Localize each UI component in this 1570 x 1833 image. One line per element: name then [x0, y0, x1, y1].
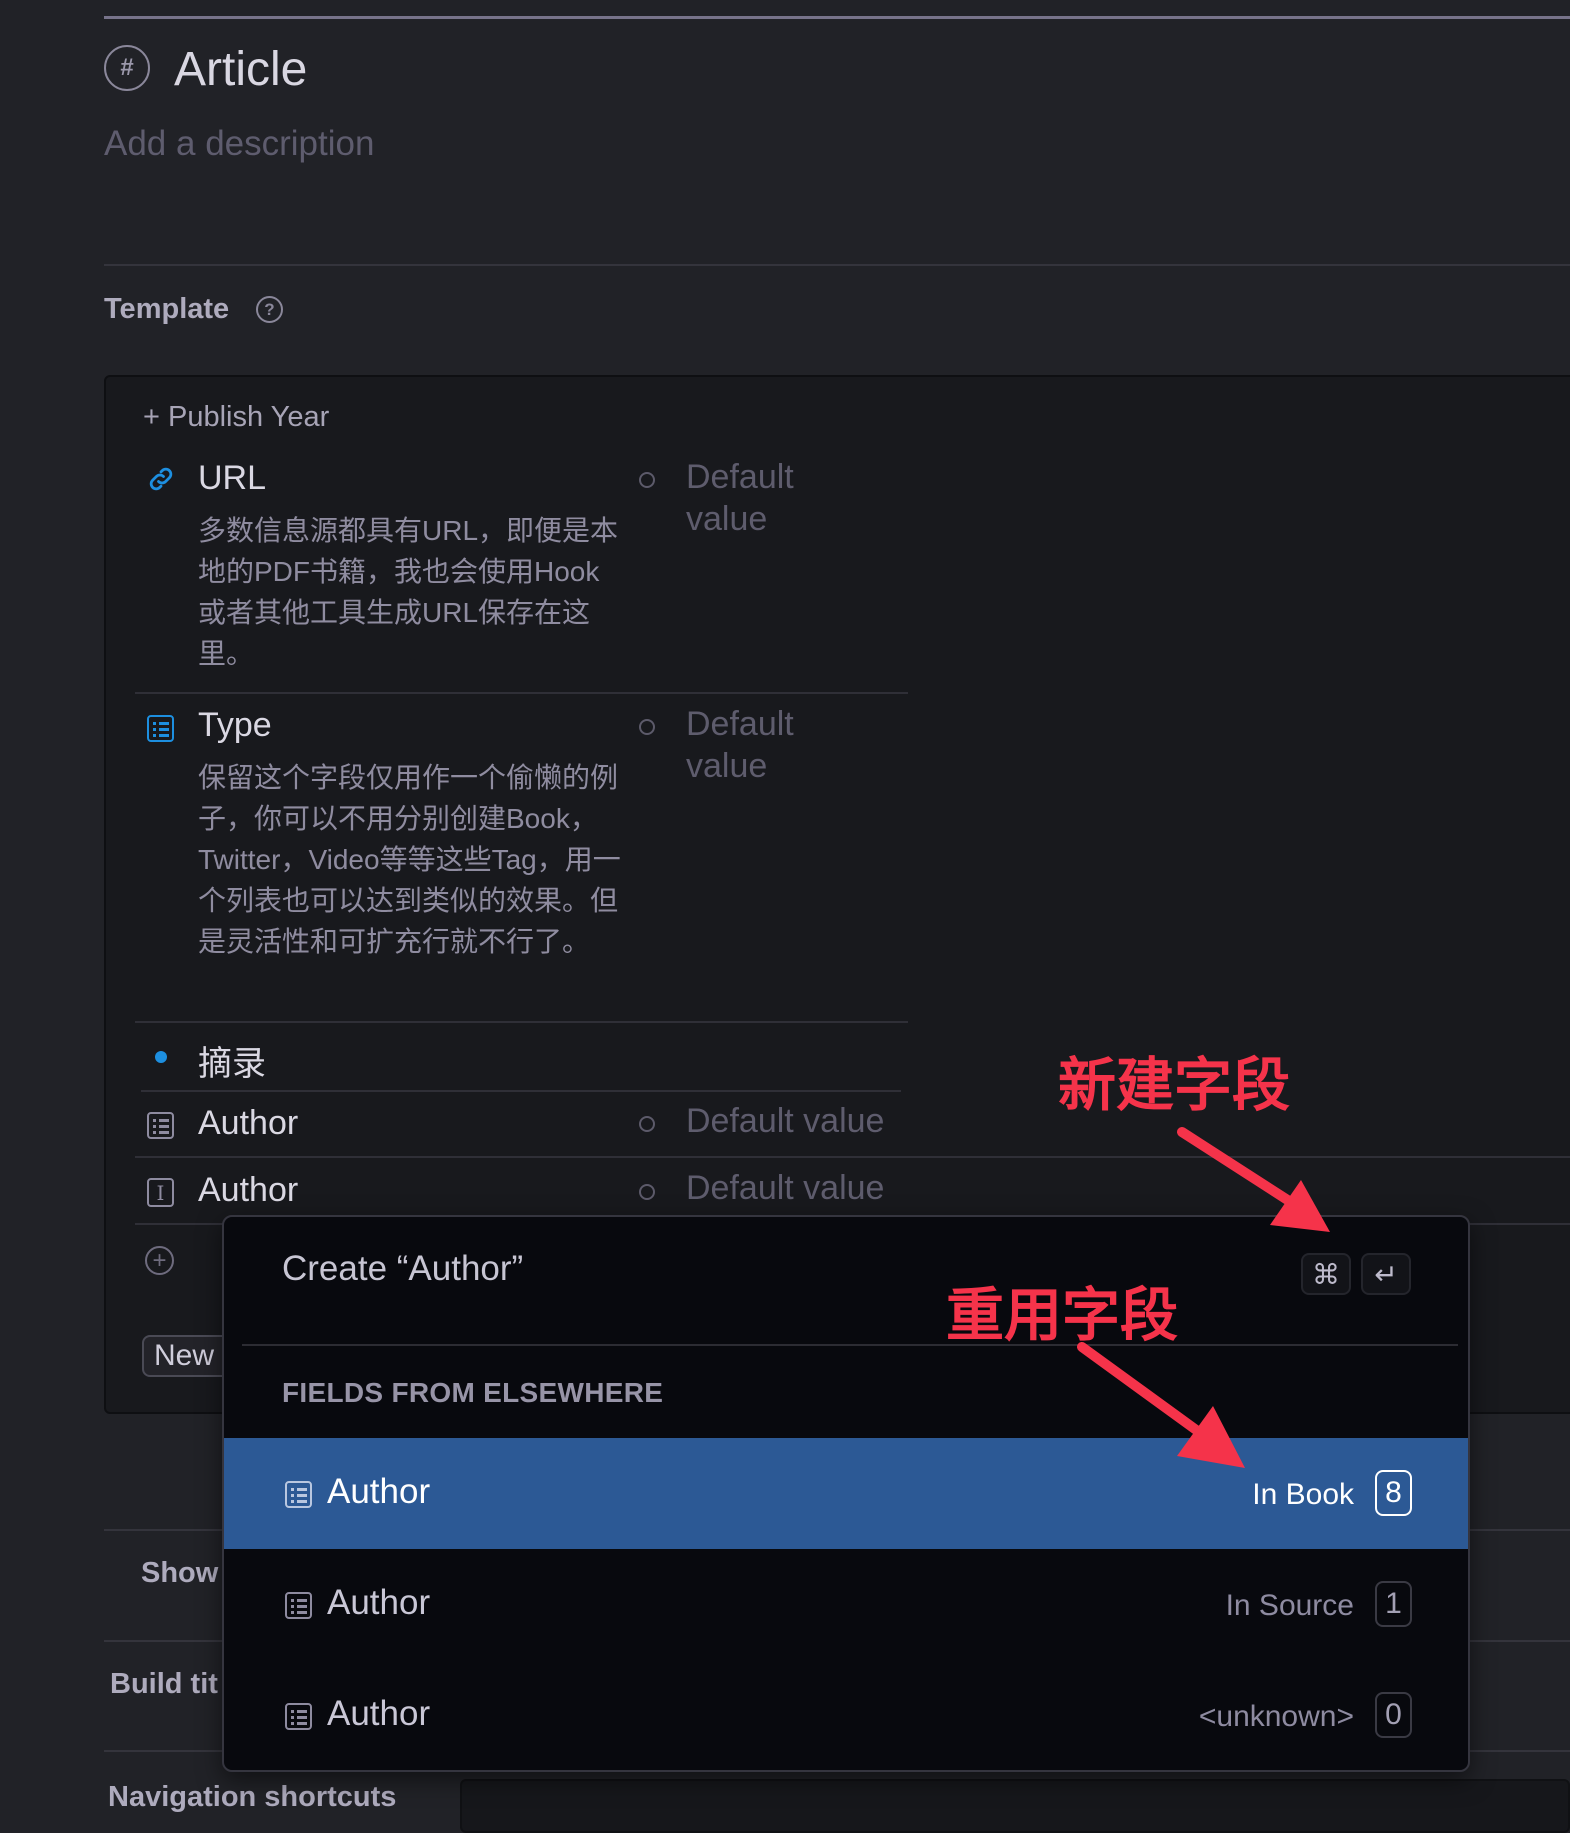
annotation-arrows [1077, 1127, 1330, 1468]
arrow-reuse-field [1077, 1342, 1245, 1468]
arrow-new-field [1177, 1127, 1330, 1232]
